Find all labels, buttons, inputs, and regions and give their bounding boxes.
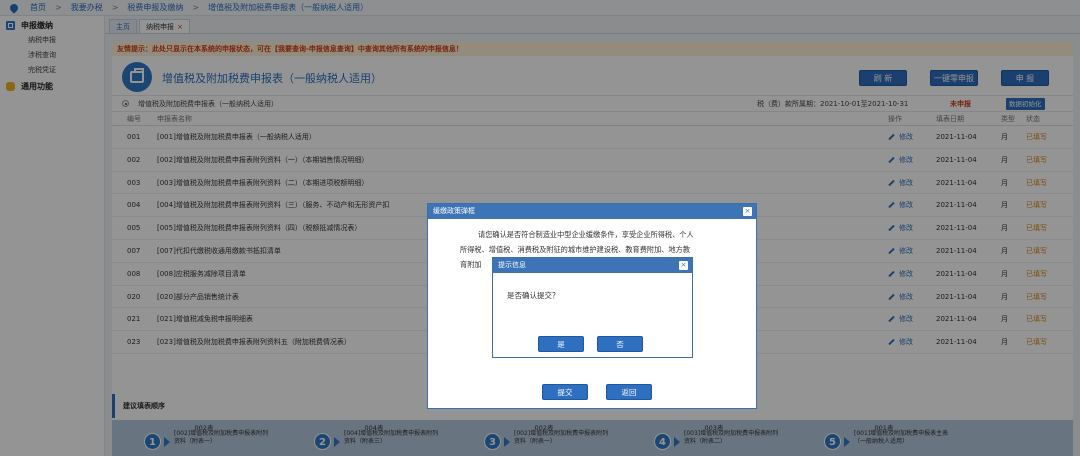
- confirm-message: 是否确认提交？: [507, 291, 560, 300]
- close-icon[interactable]: ×: [679, 261, 688, 270]
- yes-button[interactable]: 是: [538, 336, 584, 352]
- policy-text-line: 请您确认是否符合制造业中型企业缓缴条件，享受企业所得税、个人: [478, 230, 694, 239]
- dialog-title-text: 缓缴政策弹框: [433, 207, 475, 215]
- confirm-dialog: 提示信息 × 是否确认提交？ 是 否: [492, 257, 693, 358]
- policy-dialog-title: 缓缴政策弹框 ×: [428, 204, 756, 219]
- close-icon[interactable]: ×: [743, 207, 752, 216]
- back-button[interactable]: 返回: [606, 384, 652, 400]
- dialog-title-text: 提示信息: [498, 261, 526, 269]
- confirm-dialog-title: 提示信息 ×: [493, 258, 692, 273]
- submit-button[interactable]: 提交: [542, 384, 588, 400]
- policy-text-line: 所得税、增值税、消费税及附征的城市维护建设税、教育费附加、地方教: [460, 245, 691, 254]
- no-button[interactable]: 否: [597, 336, 643, 352]
